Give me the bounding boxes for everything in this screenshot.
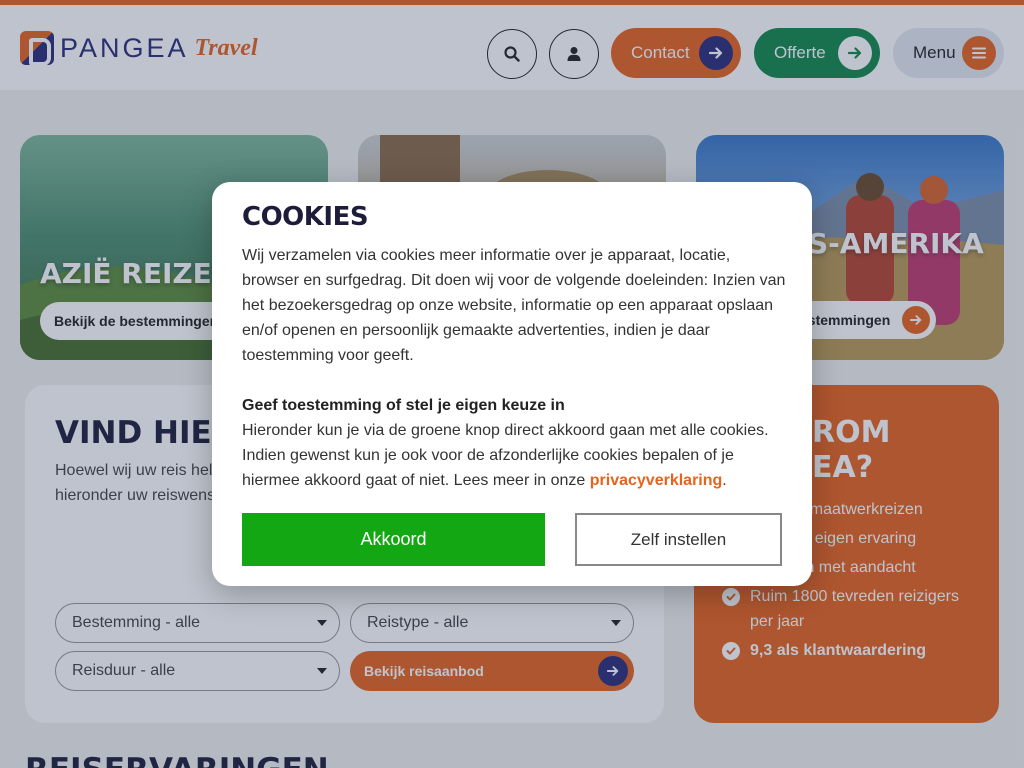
cookie-consent-dialog: COOKIES Wij verzamelen via cookies meer … [212, 182, 812, 586]
cookie-instructions: Hieronder kun je via de groene knop dire… [242, 418, 787, 493]
accept-cookies-button[interactable]: Akkoord [242, 513, 545, 566]
cookie-subheading: Geef toestemming of stel je eigen keuze … [242, 397, 565, 414]
privacy-statement-link[interactable]: privacyverklaring [590, 472, 723, 489]
cookie-dialog-title: COOKIES [242, 202, 369, 232]
cookie-description: Wij verzamelen via cookies meer informat… [242, 247, 786, 364]
cookie-instructions-end: . [722, 472, 727, 489]
customize-cookies-button[interactable]: Zelf instellen [575, 513, 782, 566]
